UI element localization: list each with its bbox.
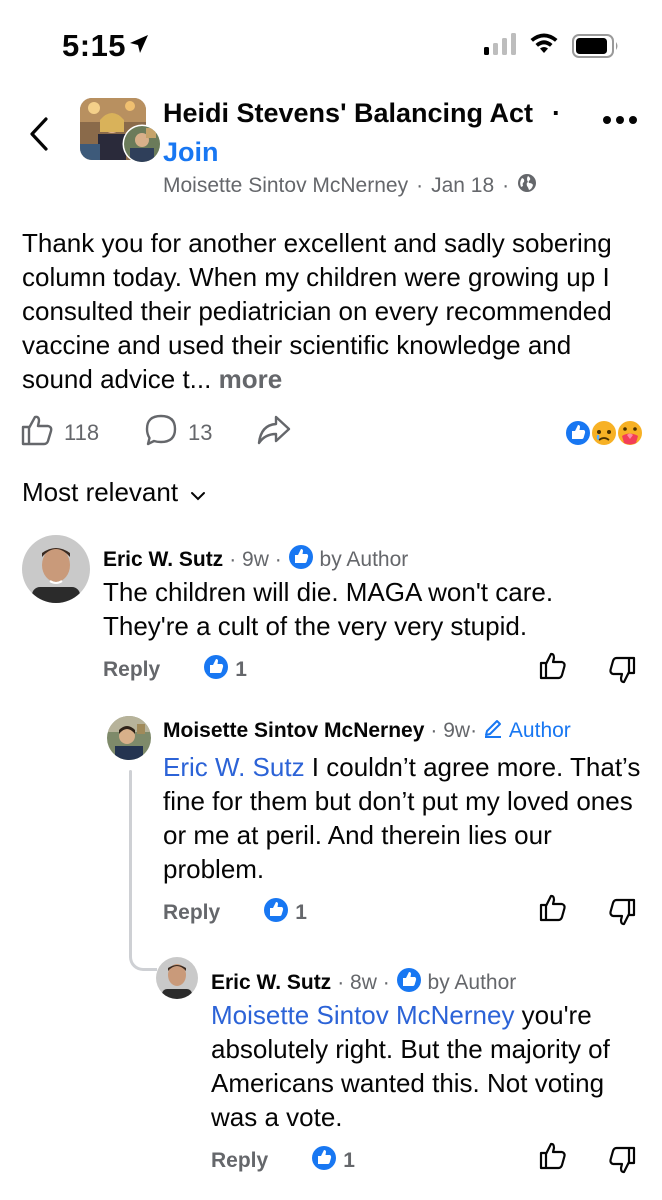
cellular-signal-icon bbox=[484, 33, 518, 60]
meta-separator: · bbox=[376, 971, 396, 994]
comment-reactions[interactable]: 1 bbox=[311, 1145, 355, 1177]
comment-actions: Reply 1 bbox=[211, 1145, 355, 1177]
commenter-name[interactable]: Moisette Sintov McNerney bbox=[163, 719, 424, 743]
like-badge-icon bbox=[311, 1145, 337, 1177]
reply-button[interactable]: Reply bbox=[163, 901, 220, 925]
comment-button[interactable]: 13 bbox=[144, 413, 212, 453]
comment-header: Moisette Sintov McNerney · 9w · Author bbox=[163, 718, 571, 744]
like-badge-icon bbox=[396, 967, 422, 999]
reply-button[interactable]: Reply bbox=[211, 1149, 268, 1173]
like-badge-icon bbox=[203, 654, 229, 686]
meta-separator: · bbox=[268, 548, 288, 571]
share-button[interactable] bbox=[256, 413, 292, 453]
post-author[interactable]: Moisette Sintov McNerney bbox=[163, 174, 408, 198]
author-liked-badge: by Author bbox=[288, 544, 408, 576]
comment-like-count: 1 bbox=[343, 1149, 355, 1172]
comment-time[interactable]: 9w bbox=[443, 719, 470, 743]
status-bar: 5:15 bbox=[0, 0, 662, 90]
comment-header: Eric W. Sutz · 8w · by Author bbox=[211, 967, 516, 999]
comment-body: The children will die. MAGA won't care. … bbox=[103, 577, 554, 641]
downvote-icon[interactable] bbox=[607, 897, 637, 932]
wifi-icon bbox=[529, 31, 559, 60]
comment-like-count: 1 bbox=[295, 901, 307, 924]
thumbs-up-icon bbox=[20, 413, 54, 453]
more-options-icon[interactable] bbox=[602, 112, 638, 130]
post-actions: 118 13 bbox=[20, 413, 650, 453]
comment-count: 13 bbox=[188, 420, 213, 445]
author-badge: Author bbox=[483, 718, 571, 744]
downvote-icon[interactable] bbox=[607, 655, 637, 690]
comment-body: Eric W. Sutz I couldn’t agree more. That… bbox=[163, 750, 643, 886]
like-button[interactable]: 118 bbox=[20, 413, 99, 453]
mention-link[interactable]: Eric W. Sutz bbox=[163, 752, 305, 782]
header-separator: · bbox=[552, 98, 561, 128]
comment-sort-dropdown[interactable]: Most relevant bbox=[22, 477, 206, 508]
comment-header: Eric W. Sutz · 9w · by Author bbox=[103, 544, 408, 576]
upvote-icon[interactable] bbox=[538, 1141, 568, 1176]
meta-separator: · bbox=[470, 719, 483, 742]
pencil-icon bbox=[483, 718, 503, 744]
commenter-avatar[interactable] bbox=[22, 535, 90, 603]
post-body: Thank you for another excellent and sadl… bbox=[22, 226, 647, 396]
comment-actions: Reply 1 bbox=[103, 654, 247, 686]
commenter-avatar[interactable] bbox=[156, 957, 198, 999]
chevron-down-icon bbox=[190, 477, 206, 508]
status-time: 5:15 bbox=[62, 28, 127, 63]
comment-time[interactable]: 8w bbox=[350, 971, 377, 995]
comment-body: Moisette Sintov McNerney you're absolute… bbox=[211, 998, 641, 1134]
upvote-icon[interactable] bbox=[538, 893, 568, 928]
reaction-summary[interactable] bbox=[564, 415, 646, 449]
sort-label: Most relevant bbox=[22, 477, 179, 507]
meta-separator: · bbox=[430, 719, 444, 742]
like-badge-icon bbox=[263, 897, 289, 929]
share-arrow-icon bbox=[256, 413, 292, 453]
upvote-icon[interactable] bbox=[538, 651, 568, 686]
reply-button[interactable]: Reply bbox=[103, 658, 160, 682]
comment-time[interactable]: 9w bbox=[242, 548, 269, 572]
group-avatar[interactable] bbox=[80, 98, 164, 164]
comment-reactions[interactable]: 1 bbox=[203, 654, 247, 686]
meta-separator: · bbox=[416, 174, 424, 197]
location-arrow-icon bbox=[128, 33, 150, 60]
thread-connector-curve bbox=[129, 945, 157, 971]
author-liked-badge: by Author bbox=[396, 967, 516, 999]
group-name[interactable]: Heidi Stevens' Balancing Act bbox=[163, 98, 533, 129]
downvote-icon[interactable] bbox=[607, 1145, 637, 1180]
commenter-name[interactable]: Eric W. Sutz bbox=[103, 548, 223, 572]
post-meta: Moisette Sintov McNerney · Jan 18 · bbox=[163, 173, 537, 199]
back-icon[interactable] bbox=[28, 116, 50, 157]
commenter-name[interactable]: Eric W. Sutz bbox=[211, 971, 331, 995]
comment-like-count: 1 bbox=[235, 658, 247, 681]
comment-reactions[interactable]: 1 bbox=[263, 897, 307, 929]
like-badge-icon bbox=[288, 544, 314, 576]
globe-icon bbox=[517, 173, 537, 199]
see-more-link[interactable]: more bbox=[219, 364, 283, 394]
meta-separator: · bbox=[502, 174, 510, 197]
mention-link[interactable]: Moisette Sintov McNerney bbox=[211, 1000, 514, 1030]
thread-connector bbox=[129, 770, 132, 955]
comment-actions: Reply 1 bbox=[163, 897, 307, 929]
comment-bubble-icon bbox=[144, 413, 178, 453]
commenter-avatar[interactable] bbox=[107, 716, 151, 760]
meta-separator: · bbox=[229, 548, 243, 571]
post-text: Thank you for another excellent and sadl… bbox=[22, 228, 612, 394]
battery-icon bbox=[572, 34, 620, 63]
like-count: 118 bbox=[64, 420, 100, 445]
meta-separator: · bbox=[337, 971, 351, 994]
post-date[interactable]: Jan 18 bbox=[431, 174, 494, 198]
join-button[interactable]: Join bbox=[163, 137, 219, 168]
